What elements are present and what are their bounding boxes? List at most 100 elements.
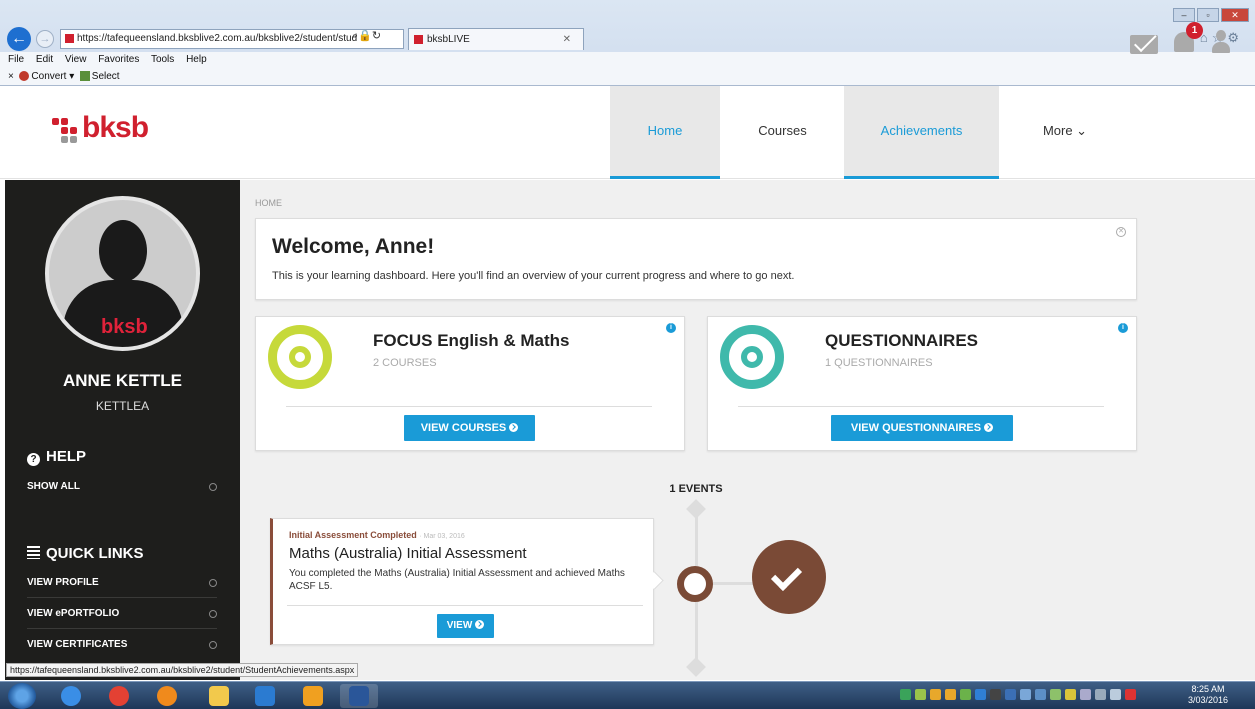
tray-icon[interactable] — [1020, 689, 1031, 700]
checkmark-icon — [752, 540, 826, 614]
timeline-node — [677, 566, 713, 602]
browser-chrome: ← → https://tafequeensland.bksblive2.com… — [0, 0, 1255, 86]
event-date: · Mar 03, 2016 — [419, 533, 465, 540]
maximize-button[interactable]: ▫ — [1197, 8, 1219, 22]
menu-file[interactable]: File — [8, 54, 24, 65]
site-favicon-icon — [65, 34, 74, 43]
tray-icon[interactable] — [960, 689, 971, 700]
tray-icon[interactable] — [945, 689, 956, 700]
help-heading: ? HELP — [27, 448, 86, 466]
tab-favicon-icon — [414, 35, 423, 44]
divider — [287, 605, 643, 606]
select-button[interactable]: Select — [92, 71, 120, 82]
questionnaires-card: QUESTIONNAIRES 1 QUESTIONNAIRES i VIEW Q… — [707, 316, 1137, 451]
divider — [286, 406, 652, 407]
arrow-circle-icon — [984, 423, 994, 432]
divider — [738, 406, 1104, 407]
taskbar-clock[interactable]: 8:25 AM 3/03/2016 — [1178, 684, 1238, 706]
view-event-button[interactable]: VIEW — [437, 614, 494, 638]
sidebar-item-view-profile[interactable]: VIEW PROFILE — [27, 568, 217, 598]
tray-icon[interactable] — [1050, 689, 1061, 700]
menu-edit[interactable]: Edit — [36, 54, 53, 65]
nav-achievements[interactable]: Achievements — [844, 86, 999, 179]
avatar[interactable]: bksb — [45, 196, 200, 351]
menu-view[interactable]: View — [65, 54, 87, 65]
tray-icon[interactable] — [990, 689, 1001, 700]
folder-taskbar-icon[interactable] — [200, 684, 238, 708]
nav-more[interactable]: More ⌄ — [1015, 86, 1115, 179]
bksb-logo[interactable]: bksb — [52, 111, 149, 145]
browser-tab[interactable]: bksbLIVE ✕ — [408, 28, 584, 50]
sidebar-item-show-all[interactable]: SHOW ALL — [27, 472, 217, 502]
nav-home[interactable]: Home — [610, 86, 720, 179]
tab-title: bksbLIVE — [427, 34, 470, 45]
toolbar-close-button[interactable]: × — [8, 71, 14, 82]
tray-icon[interactable] — [900, 689, 911, 700]
welcome-card: Welcome, Anne! This is your learning das… — [255, 218, 1137, 300]
view-courses-button[interactable]: VIEW COURSES — [404, 415, 535, 441]
focus-title: FOCUS English & Maths — [373, 331, 570, 350]
tab-close-icon[interactable]: ✕ — [563, 29, 571, 51]
questionnaires-ring-icon — [720, 325, 784, 389]
nav-courses[interactable]: Courses — [725, 86, 840, 179]
menu-bar: File Edit View Favorites Tools Help — [0, 52, 1255, 68]
back-button[interactable]: ← — [7, 27, 31, 51]
tray-icon[interactable] — [930, 689, 941, 700]
chevron-right-icon — [209, 641, 217, 649]
clock-date: 3/03/2016 — [1187, 695, 1229, 705]
questionnaires-subtitle: 1 QUESTIONNAIRES — [825, 357, 933, 369]
logo-mark-icon — [52, 114, 80, 143]
tray-icon[interactable] — [1065, 689, 1076, 700]
view-questionnaires-button[interactable]: VIEW QUESTIONNAIRES — [831, 415, 1013, 441]
network-icon[interactable] — [1095, 689, 1106, 700]
convert-button[interactable]: Convert — [31, 71, 66, 82]
lock-icon: 🔒 — [358, 30, 372, 42]
refresh-icon[interactable]: ↻ — [372, 30, 381, 42]
chevron-right-icon — [209, 579, 217, 587]
student-name: ANNE KETTLE — [63, 371, 182, 390]
command-toolbar: × Convert ▾ Select — [0, 68, 1255, 85]
minimize-button[interactable]: – — [1173, 8, 1195, 22]
window-controls: – ▫ ✕ — [1171, 8, 1249, 22]
menu-favorites[interactable]: Favorites — [98, 54, 139, 65]
menu-help[interactable]: Help — [186, 54, 207, 65]
start-button[interactable] — [8, 683, 36, 709]
mail-icon[interactable] — [1130, 35, 1158, 54]
focus-card: FOCUS English & Maths 2 COURSES i VIEW C… — [255, 316, 685, 451]
lync-taskbar-icon[interactable] — [246, 684, 284, 708]
chevron-right-icon — [209, 483, 217, 491]
welcome-title: Welcome, Anne! — [272, 235, 435, 258]
avatar-logo: bksb — [101, 316, 148, 338]
notification-badge: 1 — [1186, 22, 1203, 39]
focus-subtitle: 2 COURSES — [373, 357, 437, 369]
breadcrumb[interactable]: HOME — [255, 198, 282, 208]
info-icon[interactable]: i — [1118, 323, 1128, 333]
tray-icon[interactable] — [975, 689, 986, 700]
user-icon[interactable] — [1211, 30, 1231, 54]
ie-taskbar-icon[interactable] — [52, 684, 90, 708]
forward-button[interactable]: → — [36, 30, 54, 48]
outlook-taskbar-icon[interactable] — [294, 684, 332, 708]
media-taskbar-icon[interactable] — [148, 684, 186, 708]
tray-icon[interactable] — [1035, 689, 1046, 700]
tray-icon[interactable] — [915, 689, 926, 700]
arrow-circle-icon — [475, 620, 485, 629]
close-window-button[interactable]: ✕ — [1221, 8, 1249, 22]
word-taskbar-icon[interactable] — [340, 684, 378, 708]
sidebar-item-view-certificates[interactable]: VIEW CERTIFICATES — [27, 630, 217, 660]
close-icon[interactable]: ✕ — [1116, 227, 1126, 237]
chrome-taskbar-icon[interactable] — [100, 684, 138, 708]
welcome-text: This is your learning dashboard. Here yo… — [272, 270, 795, 282]
tray-icon[interactable] — [1005, 689, 1016, 700]
volume-icon[interactable] — [1110, 689, 1121, 700]
arrow-circle-icon — [509, 423, 519, 432]
list-icon — [27, 546, 40, 559]
chevron-right-icon — [209, 610, 217, 618]
sidebar-item-view-eportfolio[interactable]: VIEW ePORTFOLIO — [27, 599, 217, 629]
tray-icon[interactable] — [1125, 689, 1136, 700]
address-bar-icons[interactable]: ⌕🔒↻ — [352, 29, 381, 43]
flag-icon[interactable] — [1080, 689, 1091, 700]
info-icon[interactable]: i — [666, 323, 676, 333]
questionnaires-title: QUESTIONNAIRES — [825, 331, 979, 350]
menu-tools[interactable]: Tools — [151, 54, 174, 65]
